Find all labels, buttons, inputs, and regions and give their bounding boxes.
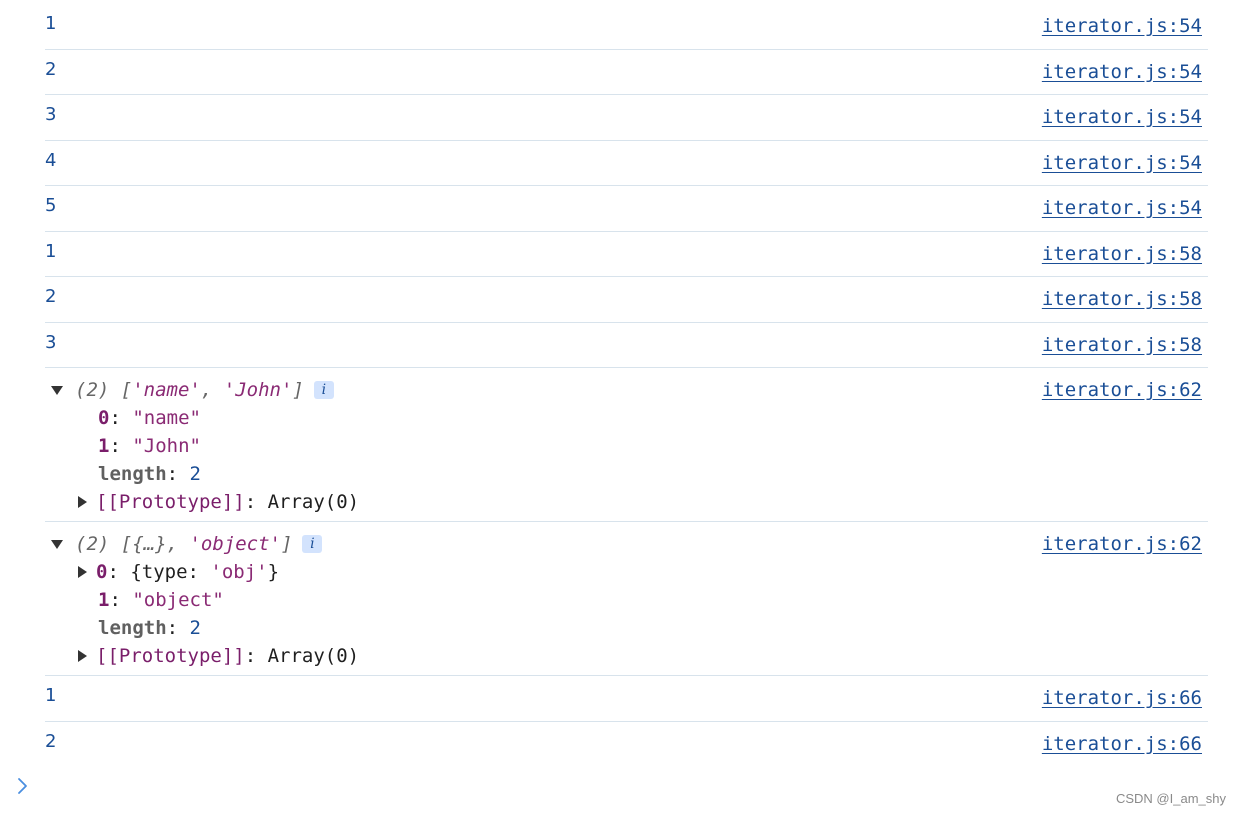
- source-link[interactable]: iterator.js:58: [1042, 334, 1202, 356]
- expand-triangle-icon[interactable]: [51, 540, 63, 549]
- source-link[interactable]: iterator.js:62: [1042, 533, 1202, 555]
- console-message: 2 iterator.js:66: [45, 722, 1208, 768]
- preview-item: 'object': [189, 533, 281, 555]
- preview-bracket: [: [120, 533, 133, 555]
- property-separator: :: [166, 617, 190, 639]
- source-link[interactable]: iterator.js:54: [1042, 15, 1202, 37]
- log-value: 1: [45, 240, 57, 262]
- source-link[interactable]: iterator.js:66: [1042, 733, 1202, 755]
- expand-triangle-icon[interactable]: [78, 650, 87, 662]
- console-message: 4 iterator.js:54: [45, 141, 1208, 186]
- property-value-close: }: [267, 561, 280, 583]
- property-key: 0: [96, 561, 108, 583]
- log-value: 2: [45, 58, 57, 80]
- console-message: 1 iterator.js:58: [45, 232, 1208, 277]
- property-key: 1: [98, 435, 110, 457]
- source-link[interactable]: iterator.js:54: [1042, 106, 1202, 128]
- array-property[interactable]: 0: {type: 'obj'}: [78, 558, 279, 586]
- source-link[interactable]: iterator.js:54: [1042, 61, 1202, 83]
- console-message: 1 iterator.js:66: [45, 676, 1208, 722]
- log-value: 3: [45, 104, 57, 125]
- source-link[interactable]: iterator.js:66: [1042, 687, 1202, 709]
- preview-item: {…}: [132, 533, 167, 555]
- property-value: 2: [189, 617, 201, 639]
- property-value: 2: [189, 463, 201, 485]
- console-messages: 1 iterator.js:54 2 iterator.js:54 3 iter…: [45, 4, 1208, 767]
- preview-item: 'John': [223, 379, 293, 401]
- source-link[interactable]: iterator.js:62: [1042, 379, 1202, 401]
- property-separator: :: [244, 491, 268, 513]
- console-message: 3 iterator.js:58: [45, 323, 1208, 368]
- array-preview: ['name', 'John']: [121, 379, 304, 401]
- property-key: 1: [98, 589, 110, 611]
- preview-separator: ,: [200, 379, 224, 401]
- log-value: 2: [45, 730, 57, 752]
- preview-item: 'name': [132, 379, 201, 401]
- array-property: 1: "John": [98, 432, 201, 460]
- property-value-string: 'obj': [210, 561, 268, 583]
- array-property: length: 2: [98, 614, 201, 642]
- log-value: 2: [45, 286, 57, 307]
- array-property: length: 2: [98, 460, 201, 488]
- property-key: length: [98, 617, 167, 639]
- expand-triangle-icon[interactable]: [51, 386, 63, 395]
- property-key: [[Prototype]]: [96, 491, 245, 513]
- property-value: "John": [132, 435, 201, 457]
- console-message-array: (2) ['name', 'John'] i iterator.js:62 0: …: [45, 368, 1208, 522]
- expand-triangle-icon[interactable]: [78, 566, 87, 578]
- property-key: length: [98, 463, 167, 485]
- array-count: (2): [75, 379, 110, 401]
- property-separator: :: [107, 561, 131, 583]
- property-value: "object": [132, 589, 224, 611]
- source-link[interactable]: iterator.js:54: [1042, 197, 1202, 219]
- property-separator: :: [109, 435, 133, 457]
- prototype-property[interactable]: [[Prototype]]: Array(0): [78, 488, 359, 516]
- console-message: 3 iterator.js:54: [45, 95, 1208, 141]
- info-icon[interactable]: i: [313, 381, 334, 399]
- array-preview: [{…}, 'object']: [121, 533, 293, 555]
- log-value: 4: [45, 149, 57, 171]
- array-count: (2): [75, 533, 110, 555]
- property-value: Array(0): [267, 645, 360, 667]
- property-separator: :: [109, 589, 133, 611]
- console-message: 2 iterator.js:58: [45, 277, 1208, 323]
- array-summary[interactable]: (2) ['name', 'John'] i: [51, 376, 334, 404]
- console-message: 5 iterator.js:54: [45, 186, 1208, 232]
- prototype-property[interactable]: [[Prototype]]: Array(0): [78, 642, 359, 670]
- preview-separator: ,: [166, 533, 190, 555]
- array-summary[interactable]: (2) [{…}, 'object'] i: [51, 530, 323, 558]
- array-property: 1: "object": [98, 586, 224, 614]
- source-link[interactable]: iterator.js:58: [1042, 243, 1202, 265]
- preview-bracket: ]: [292, 379, 304, 401]
- preview-bracket: [: [120, 379, 133, 401]
- array-property: 0: "name": [98, 404, 201, 432]
- log-value: 3: [45, 331, 57, 353]
- source-link[interactable]: iterator.js:54: [1042, 152, 1202, 174]
- expand-triangle-icon[interactable]: [78, 496, 87, 508]
- preview-bracket: ]: [280, 533, 293, 555]
- watermark: CSDN @I_am_shy: [1115, 791, 1226, 806]
- log-value: 1: [45, 685, 57, 706]
- log-value: 5: [45, 195, 57, 216]
- property-value-open: {type:: [130, 561, 211, 583]
- console-message-array: (2) [{…}, 'object'] i iterator.js:62 0: {…: [45, 522, 1208, 676]
- property-separator: :: [109, 407, 133, 429]
- property-key: 0: [98, 407, 110, 429]
- property-separator: :: [244, 645, 268, 667]
- property-value: "name": [132, 407, 201, 429]
- console-message: 1 iterator.js:54: [45, 4, 1208, 50]
- property-separator: :: [166, 463, 190, 485]
- console-message: 2 iterator.js:54: [45, 50, 1208, 95]
- property-key: [[Prototype]]: [96, 645, 245, 667]
- source-link[interactable]: iterator.js:58: [1042, 288, 1202, 310]
- log-value: 1: [45, 13, 57, 34]
- chevron-right-icon[interactable]: [16, 776, 28, 796]
- info-icon[interactable]: i: [302, 535, 323, 553]
- property-value: Array(0): [267, 491, 360, 513]
